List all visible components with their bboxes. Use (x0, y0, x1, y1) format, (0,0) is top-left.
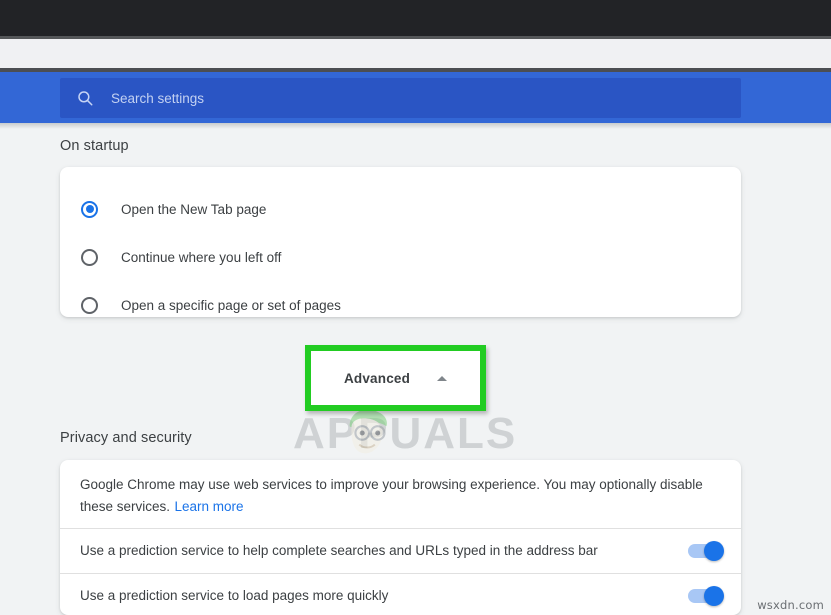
privacy-and-security-card: Google Chrome may use web services to im… (60, 460, 741, 615)
appuals-watermark-text: APPUALS (293, 409, 518, 458)
toggle-switch-prediction-address-bar[interactable] (688, 540, 724, 561)
section-title-on-startup: On startup (60, 138, 129, 154)
screenshot-root: On startup Open the New Tab page Continu… (0, 0, 831, 615)
settings-toolbar (0, 72, 831, 123)
toggle-label-prediction-address-bar: Use a prediction service to help complet… (80, 543, 598, 558)
search-box[interactable] (60, 78, 741, 118)
browser-toolbar-strip (0, 39, 831, 68)
toggle-switch-prediction-load-pages[interactable] (688, 585, 724, 606)
toggle-knob (704, 585, 724, 606)
toggle-row-prediction-address-bar[interactable]: Use a prediction service to help complet… (60, 528, 741, 573)
appuals-watermark: APPUALS (293, 407, 533, 461)
privacy-description-text: Google Chrome may use web services to im… (80, 477, 703, 514)
toggle-row-prediction-load-pages[interactable]: Use a prediction service to load pages m… (60, 573, 741, 615)
radio-label-continue-where-left-off: Continue where you left off (121, 249, 282, 265)
green-highlight-annotation (305, 345, 486, 411)
on-startup-card: Open the New Tab page Continue where you… (60, 167, 741, 317)
radio-button-specific-page[interactable] (81, 296, 98, 314)
radio-button-continue-where-left-off[interactable] (81, 248, 98, 266)
browser-title-bar (0, 0, 831, 36)
radio-label-specific-page: Open a specific page or set of pages (121, 297, 341, 313)
search-input[interactable] (111, 86, 727, 110)
learn-more-link[interactable]: Learn more (175, 499, 244, 514)
radio-row-continue-where-left-off[interactable]: Continue where you left off (60, 233, 741, 281)
advanced-section: Advanced (305, 345, 486, 411)
corner-watermark: wsxdn.com (757, 598, 824, 612)
radio-button-new-tab-page[interactable] (81, 200, 98, 218)
radio-row-new-tab-page[interactable]: Open the New Tab page (60, 185, 741, 233)
settings-content: On startup Open the New Tab page Continu… (0, 129, 831, 615)
toggle-label-prediction-load-pages: Use a prediction service to load pages m… (80, 588, 389, 603)
privacy-description-block: Google Chrome may use web services to im… (80, 474, 720, 518)
toggle-knob (704, 540, 724, 561)
section-title-privacy-and-security: Privacy and security (60, 430, 192, 446)
search-icon (75, 88, 95, 108)
radio-label-new-tab-page: Open the New Tab page (121, 201, 267, 217)
radio-row-specific-page[interactable]: Open a specific page or set of pages (60, 281, 741, 329)
